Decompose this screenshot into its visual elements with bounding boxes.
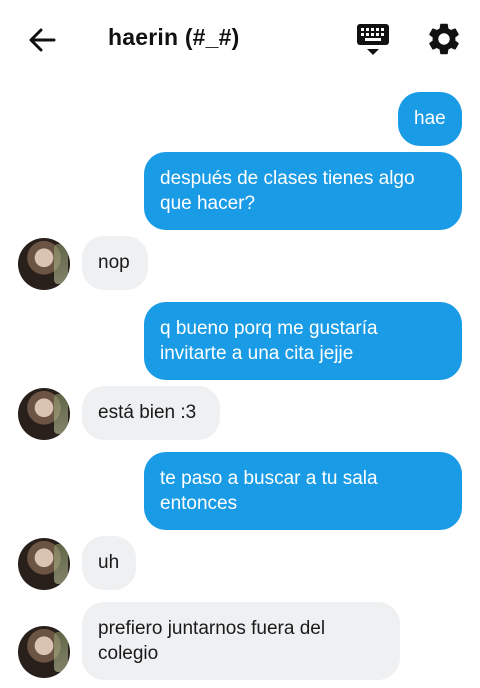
- chat-title: haerin (#_#): [108, 24, 240, 50]
- message-bubble-outgoing[interactable]: hae: [398, 92, 462, 146]
- avatar[interactable]: [18, 626, 70, 678]
- message-bubble-incoming[interactable]: nop: [82, 236, 148, 290]
- message-bubble-outgoing[interactable]: q bueno porq me gustaría invitarte a una…: [144, 302, 462, 380]
- back-button[interactable]: [26, 24, 58, 56]
- message-bubble-outgoing[interactable]: después de clases tienes algo que hacer?: [144, 152, 462, 230]
- settings-button[interactable]: [425, 20, 463, 58]
- keyboard-button[interactable]: [354, 20, 392, 58]
- message-bubble-incoming[interactable]: está bien :3: [82, 386, 220, 440]
- gear-icon: [429, 23, 459, 55]
- message-bubble-outgoing[interactable]: te paso a buscar a tu sala entonces: [144, 452, 462, 530]
- chat-header: haerin (#_#): [0, 0, 480, 78]
- avatar[interactable]: [18, 388, 70, 440]
- avatar[interactable]: [18, 238, 70, 290]
- message-bubble-incoming[interactable]: prefiero juntarnos fuera del colegio: [82, 602, 400, 680]
- keyboard-icon: [357, 24, 389, 55]
- arrow-left-icon: [29, 28, 56, 52]
- message-bubble-incoming[interactable]: uh: [82, 536, 136, 590]
- avatar[interactable]: [18, 538, 70, 590]
